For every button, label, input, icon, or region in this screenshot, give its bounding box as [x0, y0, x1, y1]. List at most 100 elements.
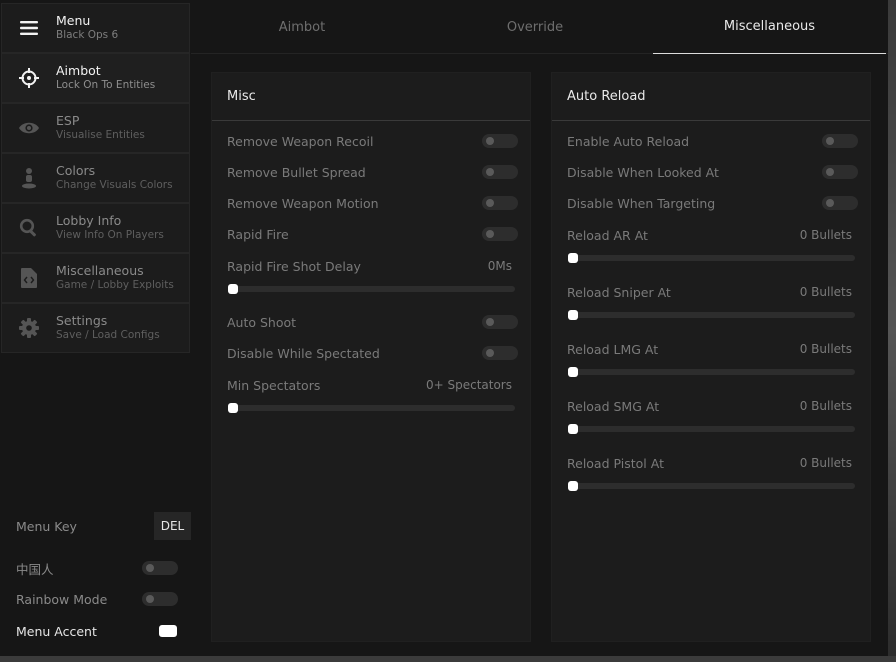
sidebar-item-label: Settings: [56, 313, 108, 328]
rainbow-mode-label: Rainbow Mode: [16, 591, 108, 607]
disable-targeting-label: Disable When Targeting: [567, 195, 716, 211]
remove-weapon-motion-toggle[interactable]: [482, 196, 518, 210]
menu-key-button[interactable]: DEL: [154, 512, 191, 540]
slider-thumb[interactable]: [568, 481, 578, 491]
rapid-fire-row: Rapid Fire: [227, 224, 518, 244]
disable-looked-at-row: Disable When Looked At: [567, 162, 858, 182]
remove-weapon-recoil-toggle[interactable]: [482, 134, 518, 148]
chinese-toggle[interactable]: [142, 561, 178, 575]
sidebar-item-sublabel: Game / Lobby Exploits: [56, 279, 174, 291]
enable-auto-reload-label: Enable Auto Reload: [567, 133, 690, 149]
reload-smg-label: Reload SMG At: [567, 398, 660, 414]
rapid-fire-delay-slider[interactable]: [228, 284, 515, 294]
sidebar-item-miscellaneous[interactable]: Miscellaneous Game / Lobby Exploits: [1, 253, 190, 303]
disable-spectated-row: Disable While Spectated: [227, 343, 518, 363]
sidebar: Menu Black Ops 6 Aimbot Lock On To Entit…: [0, 0, 191, 656]
reload-sniper-label: Reload Sniper At: [567, 284, 671, 300]
reload-smg-value: 0 Bullets: [799, 399, 852, 413]
auto-reload-panel-title: Auto Reload: [552, 73, 870, 121]
sidebar-item-sublabel: Save / Load Configs: [56, 329, 160, 341]
sidebar-item-settings[interactable]: Settings Save / Load Configs: [1, 303, 190, 353]
hamburger-icon: [2, 4, 56, 52]
sidebar-item-sublabel: View Info On Players: [56, 229, 164, 241]
rainbow-mode-row: Rainbow Mode: [16, 585, 178, 613]
chinese-row: 中国人: [16, 554, 178, 582]
menu-accent-row: Menu Accent: [16, 617, 177, 645]
remove-weapon-motion-row: Remove Weapon Motion: [227, 193, 518, 213]
eye-icon: [2, 104, 56, 152]
reload-lmg-slider[interactable]: [568, 367, 855, 377]
auto-shoot-row: Auto Shoot: [227, 312, 518, 332]
tab-miscellaneous[interactable]: Miscellaneous: [653, 0, 886, 54]
rapid-fire-label: Rapid Fire: [227, 226, 289, 242]
sidebar-header-subtitle: Black Ops 6: [56, 29, 119, 41]
slider-thumb[interactable]: [568, 424, 578, 434]
min-spectators-slider[interactable]: [228, 403, 515, 413]
reload-ar-label: Reload AR At: [567, 227, 648, 243]
disable-spectated-toggle[interactable]: [482, 346, 518, 360]
sidebar-item-aimbot[interactable]: Aimbot Lock On To Entities: [1, 53, 190, 103]
slider-thumb[interactable]: [568, 367, 578, 377]
chinese-label: 中国人: [16, 561, 54, 577]
enable-auto-reload-toggle[interactable]: [822, 134, 858, 148]
disable-targeting-toggle[interactable]: [822, 196, 858, 210]
person-marker-icon: [2, 154, 56, 202]
reload-sniper-row: Reload Sniper At 0 Bullets: [567, 282, 858, 302]
sidebar-item-label: ESP: [56, 113, 80, 128]
remove-bullet-spread-toggle[interactable]: [482, 165, 518, 179]
reload-pistol-row: Reload Pistol At 0 Bullets: [567, 453, 858, 473]
rapid-fire-delay-row: Rapid Fire Shot Delay 0Ms: [227, 256, 518, 276]
remove-weapon-motion-label: Remove Weapon Motion: [227, 195, 379, 211]
menu-key-label: Menu Key: [16, 518, 77, 534]
reload-sniper-slider[interactable]: [568, 310, 855, 320]
min-spectators-label: Min Spectators: [227, 377, 321, 393]
reload-lmg-label: Reload LMG At: [567, 341, 659, 357]
reload-smg-row: Reload SMG At 0 Bullets: [567, 396, 858, 416]
reload-ar-slider[interactable]: [568, 253, 855, 263]
reload-lmg-row: Reload LMG At 0 Bullets: [567, 339, 858, 359]
search-icon: [2, 204, 56, 252]
remove-weapon-recoil-row: Remove Weapon Recoil: [227, 131, 518, 151]
remove-weapon-recoil-label: Remove Weapon Recoil: [227, 133, 374, 149]
enable-auto-reload-row: Enable Auto Reload: [567, 131, 858, 151]
sidebar-header-menu[interactable]: Menu Black Ops 6: [1, 3, 190, 53]
misc-panel-title: Misc: [212, 73, 530, 121]
rapid-fire-toggle[interactable]: [482, 227, 518, 241]
slider-thumb[interactable]: [228, 284, 238, 294]
menu-accent-label: Menu Accent: [16, 623, 97, 639]
slider-thumb[interactable]: [228, 403, 238, 413]
tab-bar: Aimbot Override Miscellaneous: [191, 0, 888, 54]
reload-ar-value: 0 Bullets: [799, 228, 852, 242]
sidebar-item-sublabel: Change Visuals Colors: [56, 179, 173, 191]
sidebar-item-colors[interactable]: Colors Change Visuals Colors: [1, 153, 190, 203]
misc-panel: Misc Remove Weapon Recoil Remove Bullet …: [211, 72, 531, 642]
disable-looked-at-toggle[interactable]: [822, 165, 858, 179]
sidebar-item-lobby-info[interactable]: Lobby Info View Info On Players: [1, 203, 190, 253]
sidebar-item-label: Miscellaneous: [56, 263, 144, 278]
reload-smg-slider[interactable]: [568, 424, 855, 434]
tab-override[interactable]: Override: [419, 0, 651, 54]
background-strip-bottom: [0, 656, 896, 662]
rainbow-mode-toggle[interactable]: [142, 592, 178, 606]
reload-pistol-value: 0 Bullets: [799, 456, 852, 470]
slider-thumb[interactable]: [568, 310, 578, 320]
reload-lmg-value: 0 Bullets: [799, 342, 852, 356]
min-spectators-value: 0+ Spectators: [425, 378, 512, 392]
sidebar-item-label: Lobby Info: [56, 213, 122, 228]
gear-icon: [2, 304, 56, 352]
rapid-fire-delay-value: 0Ms: [487, 259, 512, 273]
min-spectators-row: Min Spectators 0+ Spectators: [227, 375, 518, 395]
menu-accent-swatch[interactable]: [159, 625, 177, 637]
auto-reload-panel: Auto Reload Enable Auto Reload Disable W…: [551, 72, 871, 642]
slider-thumb[interactable]: [568, 253, 578, 263]
code-file-icon: [2, 254, 56, 302]
remove-bullet-spread-label: Remove Bullet Spread: [227, 164, 366, 180]
sidebar-item-esp[interactable]: ESP Visualise Entities: [1, 103, 190, 153]
tab-aimbot[interactable]: Aimbot: [191, 0, 413, 54]
disable-targeting-row: Disable When Targeting: [567, 193, 858, 213]
reload-sniper-value: 0 Bullets: [799, 285, 852, 299]
sidebar-item-sublabel: Visualise Entities: [56, 129, 145, 141]
disable-looked-at-label: Disable When Looked At: [567, 164, 719, 180]
reload-pistol-slider[interactable]: [568, 481, 855, 491]
auto-shoot-toggle[interactable]: [482, 315, 518, 329]
